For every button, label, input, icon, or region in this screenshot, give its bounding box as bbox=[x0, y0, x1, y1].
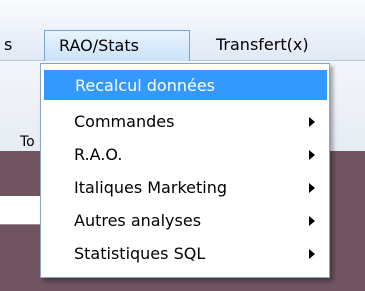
submenu-arrow-icon bbox=[309, 150, 315, 160]
menu-item-label: R.A.O. bbox=[74, 145, 123, 164]
submenu-arrow-icon bbox=[309, 249, 315, 259]
submenu-arrow-icon bbox=[309, 117, 315, 127]
menu-transfert[interactable]: Transfert(x) bbox=[204, 30, 317, 60]
menu-item-autres-analyses[interactable]: Autres analyses bbox=[44, 206, 327, 236]
menu-item-statistiques-sql[interactable]: Statistiques SQL bbox=[44, 239, 327, 269]
menu-bar: s RAO/Stats Transfert(x) bbox=[0, 0, 365, 61]
menu-item-commandes[interactable]: Commandes bbox=[44, 107, 327, 137]
background-field[interactable] bbox=[0, 196, 40, 225]
menu-item-label: Statistiques SQL bbox=[74, 244, 206, 263]
menu-item-recalcul-donnees[interactable]: Recalcul données bbox=[44, 70, 327, 100]
menu-rao-stats[interactable]: RAO/Stats bbox=[44, 30, 190, 61]
menu-item-rao[interactable]: R.A.O. bbox=[44, 140, 327, 170]
menu-item-label: Commandes bbox=[74, 112, 175, 131]
toolbar-partial-label: To bbox=[20, 134, 35, 150]
submenu-arrow-icon bbox=[309, 216, 315, 226]
submenu-arrow-icon bbox=[309, 183, 315, 193]
menu-item-label: Italiques Marketing bbox=[74, 178, 227, 197]
menu-item-label: Autres analyses bbox=[74, 211, 202, 230]
menu-item-label: Recalcul données bbox=[75, 76, 216, 95]
menu-partial-left[interactable]: s bbox=[0, 30, 16, 60]
rao-stats-dropdown: Recalcul données Commandes R.A.O. Italiq… bbox=[40, 63, 330, 278]
menu-item-italiques-marketing[interactable]: Italiques Marketing bbox=[44, 173, 327, 203]
